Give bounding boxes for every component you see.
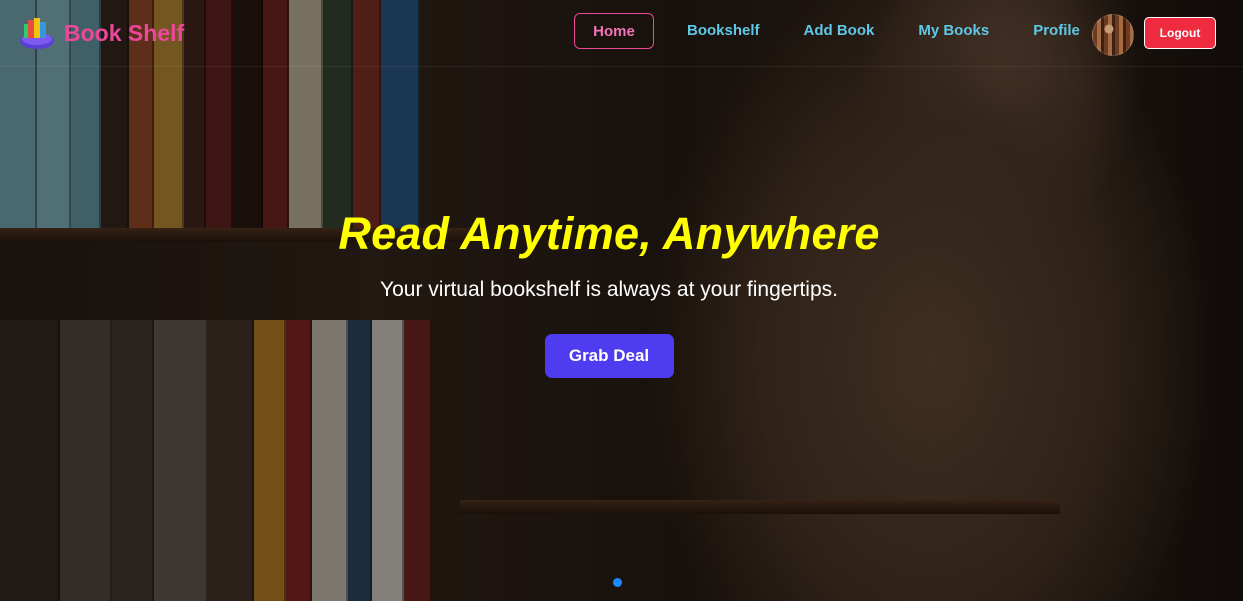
hero-content: Read Anytime, Anywhere Your virtual book… [0, 208, 1218, 378]
carousel-indicator-dot[interactable] [613, 578, 622, 587]
nav-item-bookshelf[interactable]: Bookshelf [670, 13, 777, 49]
book-stack-icon [20, 18, 54, 49]
hero-title: Read Anytime, Anywhere [338, 208, 880, 259]
hero-subtitle: Your virtual bookshelf is always at your… [380, 278, 838, 301]
nav-item-profile[interactable]: Profile [1016, 13, 1097, 49]
hero-banner: Book Shelf Home Bookshelf Add Book My Bo… [0, 0, 1243, 601]
avatar[interactable] [1092, 14, 1134, 56]
nav-item-add-book[interactable]: Add Book [787, 13, 892, 49]
nav-links: Home Bookshelf Add Book My Books Profile [574, 13, 1102, 49]
grab-deal-button[interactable]: Grab Deal [544, 334, 674, 378]
navbar: Book Shelf Home Bookshelf Add Book My Bo… [0, 0, 1243, 67]
nav-item-my-books[interactable]: My Books [901, 13, 1006, 49]
logout-button[interactable]: Logout [1144, 17, 1216, 49]
brand-name: Book Shelf [64, 19, 185, 46]
nav-item-home[interactable]: Home [574, 13, 654, 49]
brand[interactable]: Book Shelf [18, 14, 184, 52]
